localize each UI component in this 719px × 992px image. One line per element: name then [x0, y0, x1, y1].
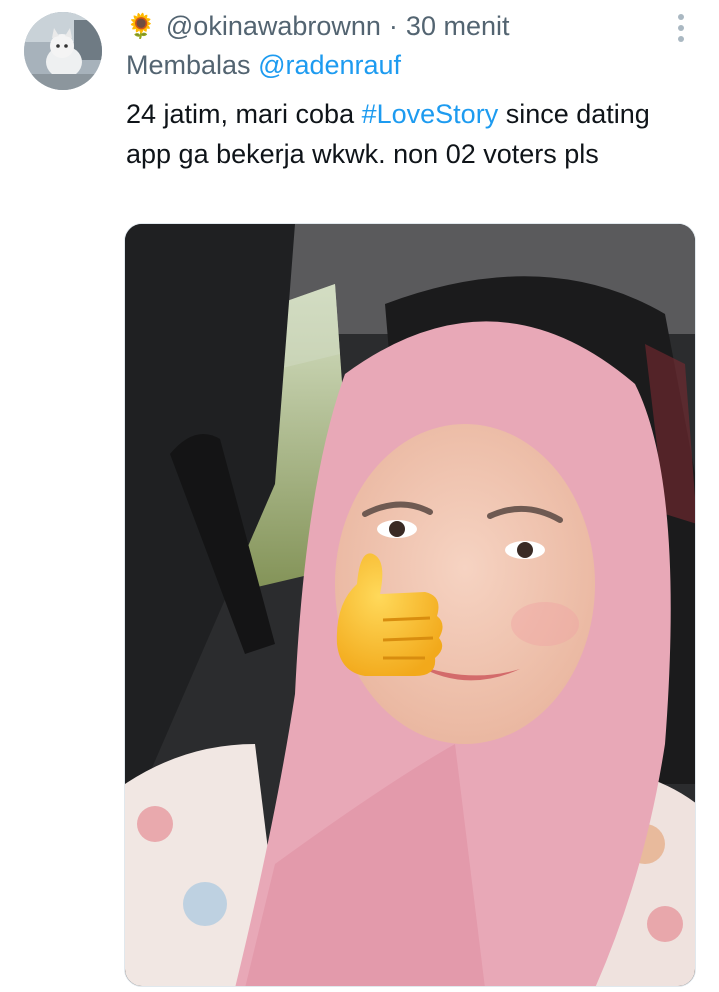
hashtag-link[interactable]: #LoveStory [362, 99, 499, 129]
reply-to-link[interactable]: @radenrauf [258, 50, 401, 80]
tweet-photo[interactable] [124, 223, 696, 987]
avatar[interactable] [24, 12, 102, 90]
user-handle[interactable]: @okinawabrownn [166, 11, 381, 42]
tweet-text-start: 24 jatim, mari coba [126, 99, 355, 129]
cat-avatar-image [24, 12, 102, 90]
separator: · [388, 10, 398, 41]
timestamp[interactable]: 30 menit [406, 11, 510, 42]
tweet-text: 24 jatim, mari coba #LoveStory since dat… [126, 94, 686, 174]
selfie-image [125, 224, 695, 986]
more-vertical-icon[interactable] [675, 14, 687, 42]
reply-prefix: Membalas [126, 50, 251, 80]
sunflower-emoji: 🌻 [126, 12, 156, 40]
reply-context: Membalas @radenrauf [126, 50, 401, 81]
tweet-header: 🌻 @okinawabrownn · 30 menit [126, 8, 659, 44]
